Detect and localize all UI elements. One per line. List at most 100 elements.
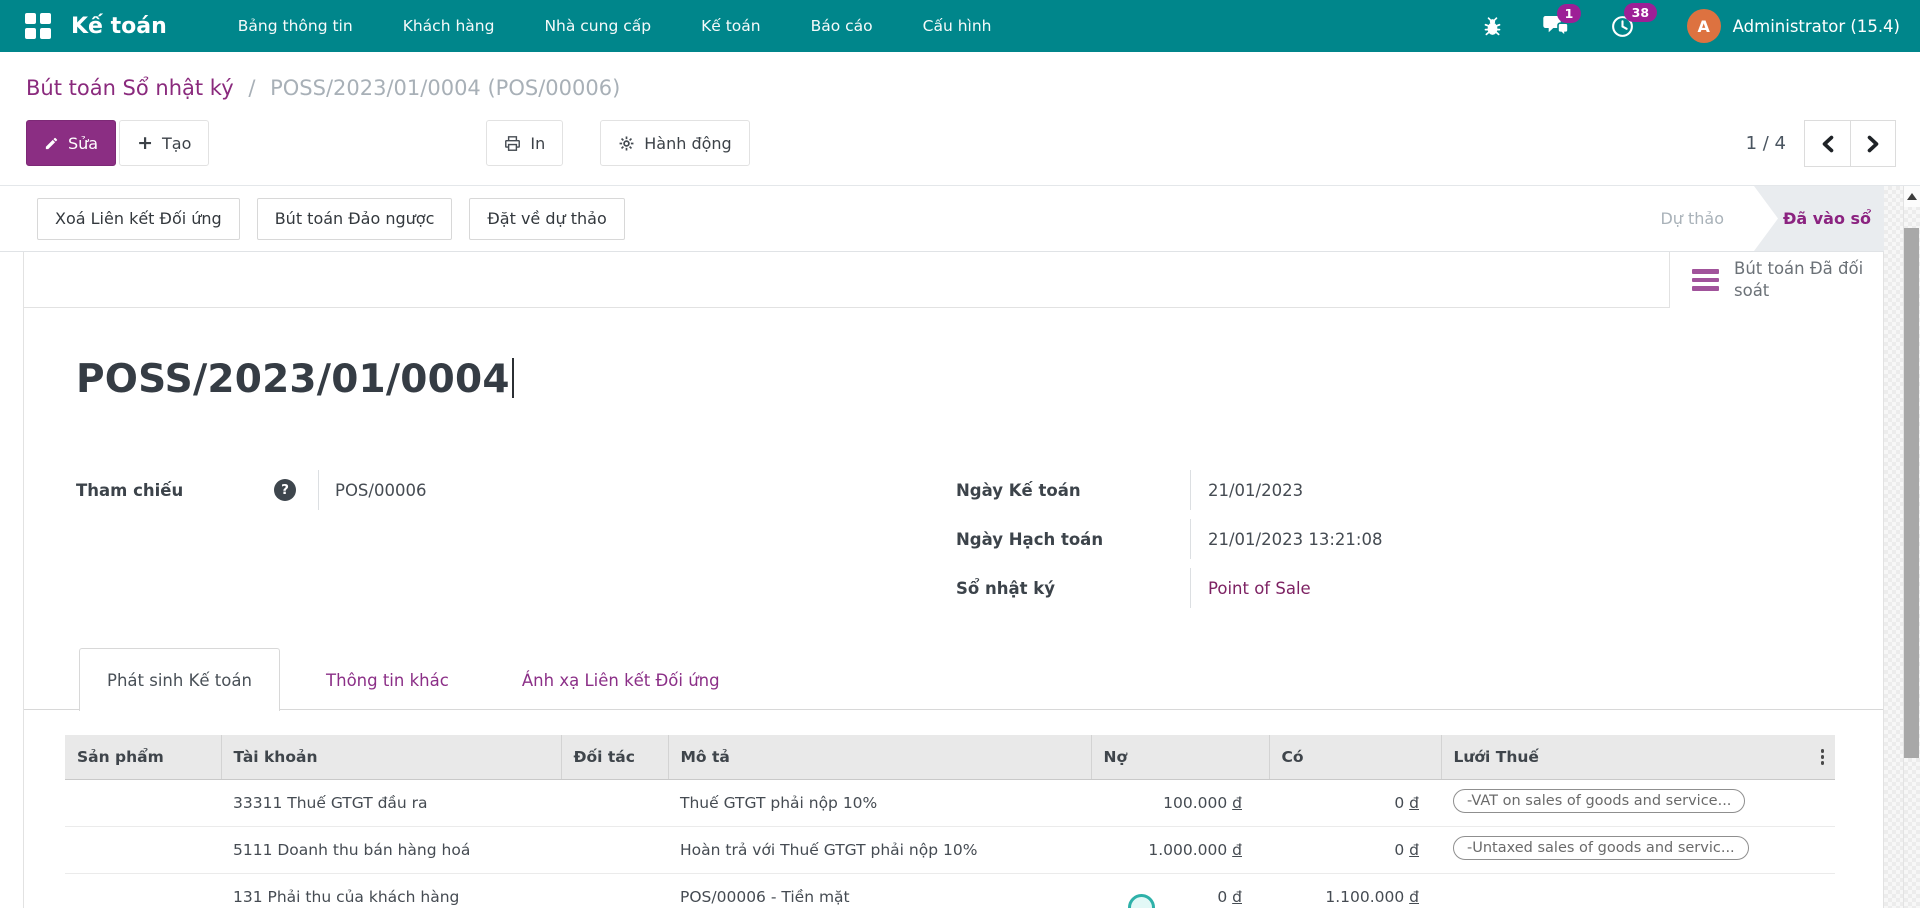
- form-sheet: Bút toán Đã đối soát POSS/2023/01/0004 T…: [23, 252, 1884, 908]
- text-caret: [512, 358, 514, 398]
- field-posting-date: Ngày Hạch toán 21/01/2023 13:21:08: [956, 519, 1843, 559]
- breadcrumb-separator: /: [240, 76, 263, 100]
- action-button[interactable]: Hành động: [600, 120, 749, 166]
- activity-badge: 38: [1624, 3, 1657, 22]
- field-groups: Tham chiếu ? POS/00006 Ngày Kế toán 21/0…: [76, 470, 1843, 617]
- accounting-date-label: Ngày Kế toán: [956, 470, 1191, 510]
- tax-grid-badge: -Untaxed sales of goods and servic...: [1453, 836, 1749, 860]
- header-product[interactable]: Sản phẩm: [65, 735, 221, 779]
- state-posted[interactable]: Đã vào sổ: [1754, 186, 1884, 251]
- cell-debit[interactable]: 1.000.000 đ: [1091, 826, 1269, 873]
- bug-icon[interactable]: [1482, 16, 1503, 37]
- chat-icon[interactable]: 1: [1543, 15, 1570, 38]
- breadcrumb-current: POSS/2023/01/0004 (POS/00006): [270, 76, 620, 100]
- smart-button-label: Bút toán Đã đối soát: [1734, 258, 1872, 303]
- cell-partner[interactable]: [561, 826, 668, 873]
- cell-description[interactable]: Hoàn trả với Thuế GTGT phải nộp 10%: [668, 826, 1091, 873]
- reset-to-draft-button[interactable]: Đặt về dự thảo: [469, 198, 624, 240]
- cell-partner[interactable]: [561, 779, 668, 826]
- pager: 1 / 4: [1746, 120, 1896, 167]
- plus-icon: +: [137, 134, 153, 153]
- apps-grid-icon[interactable]: [25, 13, 51, 39]
- table-row[interactable]: 5111 Doanh thu bán hàng hoá Hoàn trả với…: [65, 826, 1835, 873]
- tab-journal-items[interactable]: Phát sinh Kế toán: [79, 648, 280, 711]
- cell-credit[interactable]: 0 đ: [1269, 779, 1441, 826]
- cell-product[interactable]: [65, 826, 221, 873]
- reverse-entry-button[interactable]: Bút toán Đảo ngược: [257, 198, 453, 240]
- chevron-right-icon: [1865, 135, 1881, 153]
- chevron-left-icon: [1820, 135, 1836, 153]
- journal-items-table: Sản phẩm Tài khoản Đối tác Mô tả Nợ Có L…: [65, 735, 1835, 908]
- header-credit[interactable]: Có: [1269, 735, 1441, 779]
- notebook-tabs: Phát sinh Kế toán Thông tin khác Ánh xạ …: [79, 648, 1843, 710]
- cell-account[interactable]: 131 Phải thu của khách hàng: [221, 873, 561, 908]
- header-tax-grid[interactable]: Lưới Thuế: [1441, 735, 1835, 779]
- cell-description[interactable]: Thuế GTGT phải nộp 10%: [668, 779, 1091, 826]
- pager-next-button[interactable]: [1850, 121, 1895, 166]
- hamburger-icon: [1692, 269, 1719, 291]
- nav-accounting[interactable]: Kế toán: [676, 0, 786, 52]
- top-navbar: Kế toán Bảng thông tin Khách hàng Nhà cu…: [0, 0, 1920, 52]
- cell-product[interactable]: [65, 779, 221, 826]
- user-menu[interactable]: Administrator (15.4): [1733, 17, 1900, 36]
- kebab-icon[interactable]: [1821, 749, 1825, 765]
- avatar[interactable]: A: [1687, 9, 1721, 43]
- app-brand[interactable]: Kế toán: [71, 14, 167, 39]
- breadcrumb-parent-link[interactable]: Bút toán Sổ nhật ký: [26, 76, 234, 100]
- cell-debit[interactable]: 0 đ: [1091, 873, 1269, 908]
- statusbar-states: Dự thảo Đã vào sổ: [1660, 186, 1884, 251]
- journal-value-link[interactable]: Point of Sale: [1208, 579, 1311, 598]
- cell-account[interactable]: 5111 Doanh thu bán hàng hoá: [221, 826, 561, 873]
- table-header-row: Sản phẩm Tài khoản Đối tác Mô tả Nợ Có L…: [65, 735, 1835, 779]
- reference-label: Tham chiếu ?: [76, 470, 319, 510]
- cell-credit[interactable]: 0 đ: [1269, 826, 1441, 873]
- field-reference: Tham chiếu ? POS/00006: [76, 470, 956, 510]
- cell-tax-grid[interactable]: [1441, 873, 1835, 908]
- cell-description[interactable]: POS/00006 - Tiền mặt: [668, 873, 1091, 908]
- nav-dashboard[interactable]: Bảng thông tin: [213, 0, 378, 52]
- pencil-icon: [44, 136, 59, 151]
- tab-other-info[interactable]: Thông tin khác: [299, 649, 476, 711]
- cell-tax-grid[interactable]: -VAT on sales of goods and service...: [1441, 779, 1835, 826]
- tab-counterpart-mapping[interactable]: Ánh xạ Liên kết Đối ứng: [495, 649, 747, 711]
- pager-count: 1 / 4: [1746, 133, 1786, 154]
- remove-reconciliation-button[interactable]: Xoá Liên kết Đối ứng: [37, 198, 240, 240]
- table-row[interactable]: 131 Phải thu của khách hàng POS/00006 - …: [65, 873, 1835, 908]
- table-row[interactable]: 33311 Thuế GTGT đầu ra Thuế GTGT phải nộ…: [65, 779, 1835, 826]
- control-panel: Bút toán Sổ nhật ký / POSS/2023/01/0004 …: [0, 52, 1920, 186]
- cell-account[interactable]: 33311 Thuế GTGT đầu ra: [221, 779, 561, 826]
- reference-value[interactable]: POS/00006: [319, 470, 426, 510]
- nav-configuration[interactable]: Cấu hình: [898, 0, 1017, 52]
- vertical-scrollbar[interactable]: [1903, 186, 1920, 908]
- nav-customers[interactable]: Khách hàng: [378, 0, 520, 52]
- nav-reports[interactable]: Báo cáo: [786, 0, 898, 52]
- header-debit[interactable]: Nợ: [1091, 735, 1269, 779]
- main-menu: Bảng thông tin Khách hàng Nhà cung cấp K…: [213, 0, 1017, 52]
- clock-icon[interactable]: 38: [1610, 14, 1635, 39]
- cell-product[interactable]: [65, 873, 221, 908]
- field-accounting-date: Ngày Kế toán 21/01/2023: [956, 470, 1843, 510]
- gear-icon: [618, 135, 635, 152]
- edit-button[interactable]: Sửa: [26, 120, 116, 166]
- header-partner[interactable]: Đối tác: [561, 735, 668, 779]
- cell-debit[interactable]: 100.000 đ: [1091, 779, 1269, 826]
- posting-date-value[interactable]: 21/01/2023 13:21:08: [1191, 519, 1382, 559]
- header-account[interactable]: Tài khoản: [221, 735, 561, 779]
- pager-previous-button[interactable]: [1805, 121, 1850, 166]
- button-box: Bút toán Đã đối soát: [24, 252, 1883, 308]
- reconciled-entries-smart-button[interactable]: Bút toán Đã đối soát: [1669, 252, 1883, 308]
- header-description[interactable]: Mô tả: [668, 735, 1091, 779]
- accounting-date-value[interactable]: 21/01/2023: [1191, 470, 1303, 510]
- page-title: POSS/2023/01/0004: [76, 356, 514, 404]
- app-root: Kế toán Bảng thông tin Khách hàng Nhà cu…: [0, 0, 1920, 908]
- state-draft[interactable]: Dự thảo: [1660, 209, 1754, 228]
- nav-vendors[interactable]: Nhà cung cấp: [519, 0, 676, 52]
- cell-partner[interactable]: [561, 873, 668, 908]
- scrollbar-thumb[interactable]: [1904, 228, 1919, 758]
- cell-tax-grid[interactable]: -Untaxed sales of goods and servic...: [1441, 826, 1835, 873]
- print-button[interactable]: In: [486, 120, 563, 166]
- scroll-up-icon[interactable]: [1904, 186, 1920, 207]
- printer-icon: [504, 135, 521, 152]
- create-button[interactable]: + Tạo: [119, 120, 209, 166]
- cell-credit[interactable]: 1.100.000 đ: [1269, 873, 1441, 908]
